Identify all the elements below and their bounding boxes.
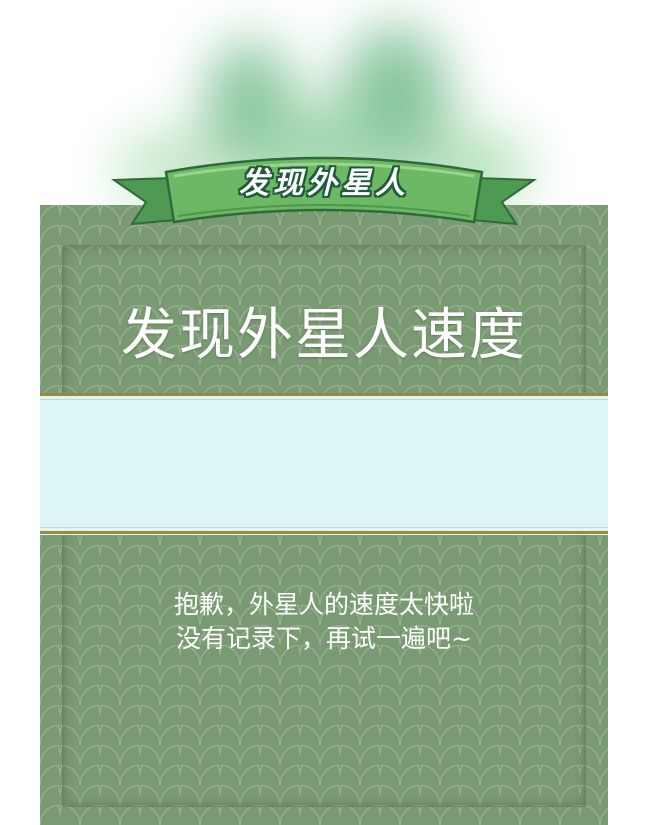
banner-title: 发现外星人 bbox=[239, 166, 409, 201]
speed-heading: 发现外星人速度 bbox=[121, 303, 527, 368]
band-border-top bbox=[40, 393, 608, 396]
page: 发现外星人速度 抱歉，外星人的速度太快啦 没有记录下，再试一遍吧~ 发现外星人 bbox=[0, 0, 648, 825]
band-inner-bottom bbox=[40, 527, 608, 528]
message-line-2: 没有记录下，再试一遍吧~ bbox=[176, 624, 472, 653]
result-band bbox=[40, 395, 608, 535]
result-panel: 发现外星人速度 抱歉，外星人的速度太快啦 没有记录下，再试一遍吧~ bbox=[40, 205, 608, 825]
message-line-1: 抱歉，外星人的速度太快啦 bbox=[173, 590, 474, 619]
band-inner-top bbox=[40, 399, 608, 400]
apology-message: 抱歉，外星人的速度太快啦 没有记录下，再试一遍吧~ bbox=[40, 588, 608, 656]
band-border-bottom bbox=[40, 531, 608, 534]
